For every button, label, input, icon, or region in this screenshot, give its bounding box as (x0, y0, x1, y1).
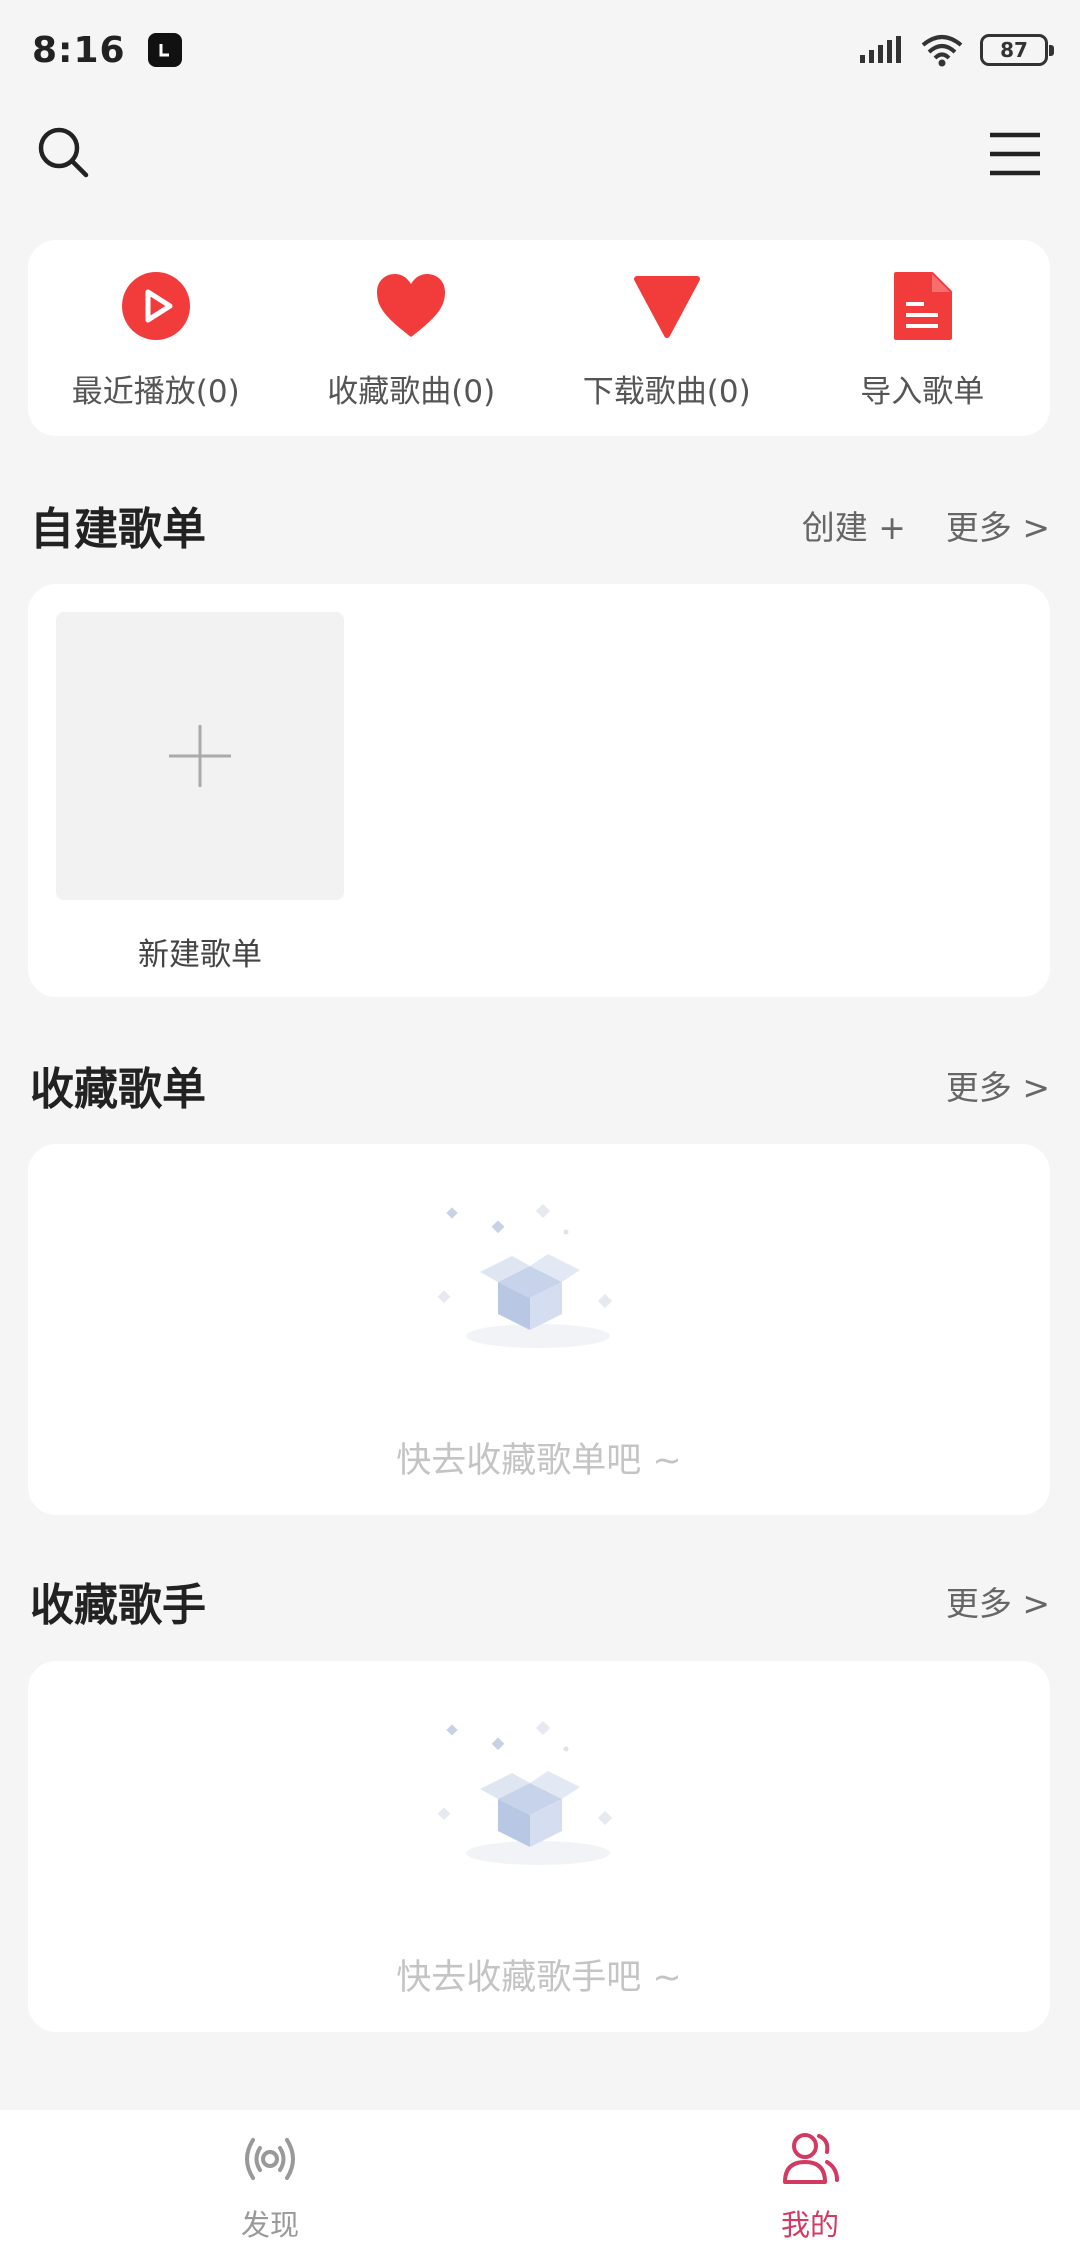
battery-level: 87 (1000, 38, 1028, 62)
import-playlist-label: 导入歌单 (860, 374, 985, 410)
empty-box-icon (437, 1721, 613, 1865)
favorite-singers-empty-text: 快去收藏歌手吧 ~ (396, 1958, 682, 1998)
favorite-playlists-empty-text: 快去收藏歌单吧 ~ (396, 1441, 682, 1481)
status-bar: 8:16 87 (0, 0, 1080, 100)
favorite-singers-header: 收藏歌手 更多 > (30, 1571, 1050, 1631)
favorite-playlists-more-button[interactable]: 更多 > (946, 1061, 1050, 1109)
download-triangle-icon (627, 266, 707, 346)
favorite-songs-button[interactable]: 收藏歌曲(0) (284, 240, 540, 436)
favorite-playlists-card: 快去收藏歌单吧 ~ (28, 1144, 1050, 1515)
top-bar (0, 115, 1080, 195)
downloaded-songs-label: 下载歌曲(0) (582, 374, 751, 410)
users-icon (783, 2133, 839, 2184)
play-circle-icon (116, 266, 196, 346)
downloaded-songs-button[interactable]: 下载歌曲(0) (539, 240, 795, 436)
favorite-singers-card: 快去收藏歌手吧 ~ (28, 1661, 1050, 2032)
menu-button[interactable] (988, 129, 1042, 179)
document-icon (882, 266, 962, 346)
recent-plays-label: 最近播放(0) (71, 374, 240, 410)
nav-mine[interactable]: 我的 (540, 2110, 1080, 2248)
search-button[interactable] (34, 123, 94, 183)
new-playlist-label: 新建歌单 (138, 937, 262, 973)
battery-icon: 87 (980, 34, 1054, 66)
create-playlist-button[interactable]: 创建 + (802, 501, 906, 549)
favorite-singers-more-button[interactable]: 更多 > (946, 1577, 1050, 1625)
recent-plays-button[interactable]: 最近播放(0) (28, 240, 284, 436)
status-time: 8:16 (32, 29, 126, 71)
my-playlists-more-button[interactable]: 更多 > (946, 501, 1050, 549)
quick-actions-card: 最近播放(0) 收藏歌曲(0) 下载歌曲(0) 导入歌单 (28, 240, 1050, 436)
plus-icon (169, 725, 231, 787)
import-playlist-button[interactable]: 导入歌单 (795, 240, 1051, 436)
my-playlists-title: 自建歌单 (30, 504, 206, 555)
menu-icon (990, 132, 1040, 176)
nav-discover[interactable]: 发现 (0, 2110, 540, 2248)
search-icon (38, 127, 89, 178)
heart-icon (371, 266, 451, 346)
favorite-playlists-title: 收藏歌单 (30, 1064, 206, 1115)
wifi-icon (921, 35, 963, 67)
new-playlist-tile[interactable] (56, 612, 344, 900)
signal-icon (860, 36, 901, 63)
favorite-singers-title: 收藏歌手 (30, 1580, 206, 1631)
broadcast-icon (245, 2138, 295, 2180)
empty-box-icon (437, 1204, 613, 1348)
nav-mine-label: 我的 (780, 2208, 839, 2242)
app-notification-icon (147, 33, 182, 67)
my-playlists-card: 新建歌单 (28, 584, 1050, 997)
favorite-playlists-header: 收藏歌单 更多 > (30, 1055, 1050, 1115)
my-playlists-header: 自建歌单 创建 + 更多 > (30, 495, 1050, 555)
nav-discover-label: 发现 (240, 2208, 299, 2242)
bottom-nav: 发现 我的 (0, 2110, 1080, 2248)
favorite-songs-label: 收藏歌曲(0) (327, 374, 496, 410)
